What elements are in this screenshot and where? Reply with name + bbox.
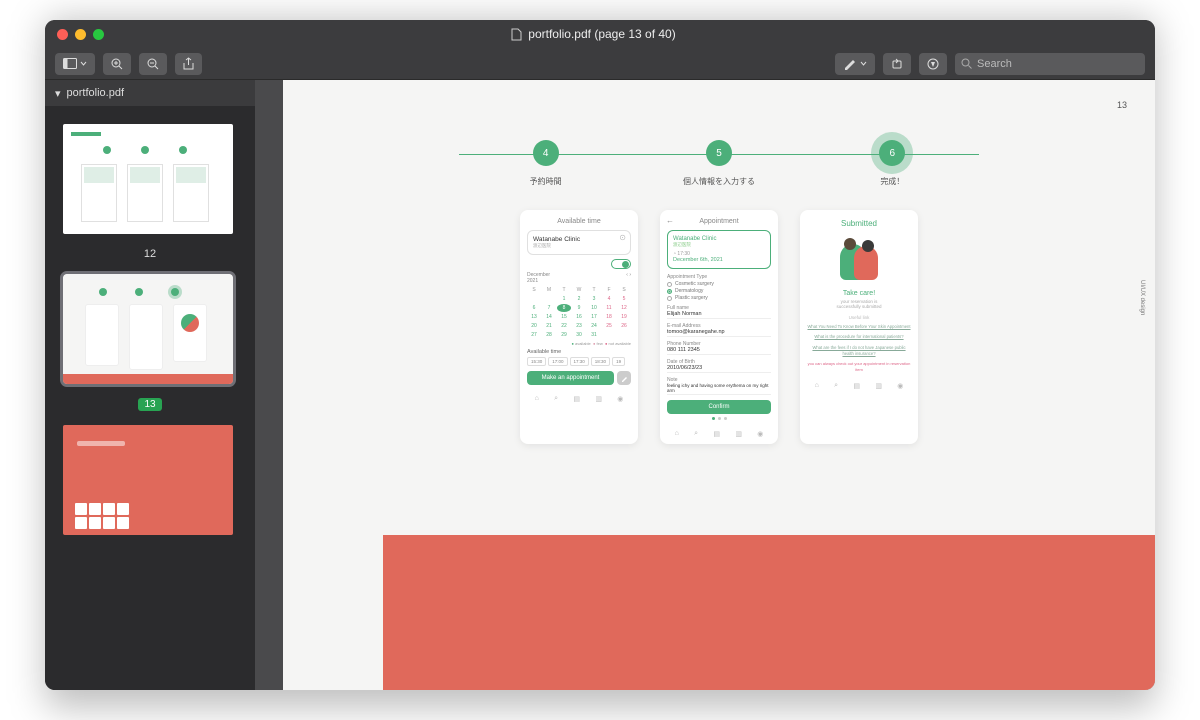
calendar-icon: ▤ [573,395,580,403]
titlebar: portfolio.pdf (page 13 of 40) [45,20,1155,48]
search-icon: ⌕ [554,395,558,403]
card-title: Available time [527,218,631,225]
tab-label: portfolio.pdf [67,87,124,99]
step-6: 6 完成！ [806,140,979,187]
radio-option: Cosmetic surgery [667,281,771,287]
progress-stepper: 4 予約時間 5 個人情報を入力する 6 完成！ [459,140,979,187]
calendar-icon: ▤ [853,382,860,390]
more-icon: ⊙ [619,233,626,242]
radio-option: Dermatology [667,288,771,294]
doc-icon: ▥ [735,430,742,438]
thumbnail-label-13: 13 [138,398,161,411]
document-icon [511,28,522,41]
card-title: Appointment [667,218,771,225]
page-thumbnail-12[interactable] [63,124,233,234]
chevron-icons: ‹ › [626,272,631,284]
user-icon: ◉ [617,395,623,403]
hug-illustration [834,234,884,284]
step-4: 4 予約時間 [459,140,632,187]
bottom-nav: ⌂ ⌕ ▤ ▥ ◉ [667,426,771,438]
highlight-button[interactable] [919,53,947,75]
time-slots: 15:30 17:00 17:30 18:30 19 [527,357,631,366]
window-controls [57,29,104,40]
back-arrow-icon: ← [666,216,674,225]
preview-window: portfolio.pdf (page 13 of 40) [45,20,1155,690]
search-icon [961,58,972,69]
search-field[interactable]: Search [955,53,1145,75]
title-text: portfolio.pdf (page 13 of 40) [528,27,675,41]
doc-icon: ▥ [875,382,882,390]
calendar-icon: ▤ [713,430,720,438]
confirm-button: Confirm [667,400,771,414]
document-viewport[interactable]: 13 UI/UX design 4 予約時間 5 個人情報を入力する 6 完成！ [255,80,1155,690]
coral-section [383,535,1155,690]
thumbnail-label-12: 12 [63,248,237,260]
maximize-window-button[interactable] [93,29,104,40]
user-icon: ◉ [897,382,903,390]
toolbar: Search [45,48,1155,80]
radio-option: Plastic surgery [667,295,771,301]
chevron-down-icon [80,61,87,66]
home-icon: ⌂ [535,395,539,403]
zoom-in-button[interactable] [103,53,131,75]
search-icon: ⌕ [694,430,698,438]
bottom-nav: ⌂ ⌕ ▤ ▥ ◉ [807,378,911,390]
side-caption: UI/UX design [1139,280,1145,315]
zoom-out-button[interactable] [139,53,167,75]
mockup-submitted: Submitted Take care! your reservation is… [800,210,918,444]
step-5: 5 個人情報を入力する [632,140,805,187]
markup-button[interactable] [835,53,875,75]
sidebar-tab[interactable]: ▾ portfolio.pdf [45,80,255,106]
home-icon: ⌂ [675,430,679,438]
doc-icon: ▥ [595,395,602,403]
page-number: 13 [1117,100,1127,110]
submitted-title: Submitted [807,219,911,228]
calendar: SMTWTFS 12345 6789101112 13141516171819 … [527,286,631,339]
rotate-button[interactable] [883,53,911,75]
bottom-nav: ⌂ ⌕ ▤ ▥ ◉ [527,391,631,403]
pdf-page: 13 UI/UX design 4 予約時間 5 個人情報を入力する 6 完成！ [283,80,1155,690]
sidebar: ▾ portfolio.pdf 12 [45,80,255,690]
user-icon: ◉ [757,430,763,438]
page-thumbnail-13[interactable] [63,274,233,384]
mockup-available-time: Available time ⊙ Watanabe Clinic 渡辺医院 De… [520,210,638,444]
make-appointment-button: Make an appointment [527,371,614,385]
page-thumbnail-14[interactable] [63,425,233,535]
disclosure-triangle-icon: ▾ [55,87,61,100]
mockup-appointment-form: ← Appointment Watanabe Clinic 渡辺医院 ◔ 17:… [660,210,778,444]
minimize-window-button[interactable] [75,29,86,40]
toggle [611,259,631,269]
window-title: portfolio.pdf (page 13 of 40) [112,27,1075,41]
search-placeholder: Search [977,58,1012,70]
share-button[interactable] [175,53,202,75]
close-window-button[interactable] [57,29,68,40]
search-icon: ⌕ [834,382,838,390]
sidebar-view-button[interactable] [55,53,95,75]
clinic-box: ⊙ Watanabe Clinic 渡辺医院 [527,230,631,255]
edit-icon [617,371,631,385]
home-icon: ⌂ [815,382,819,390]
chevron-down-icon [860,61,867,66]
